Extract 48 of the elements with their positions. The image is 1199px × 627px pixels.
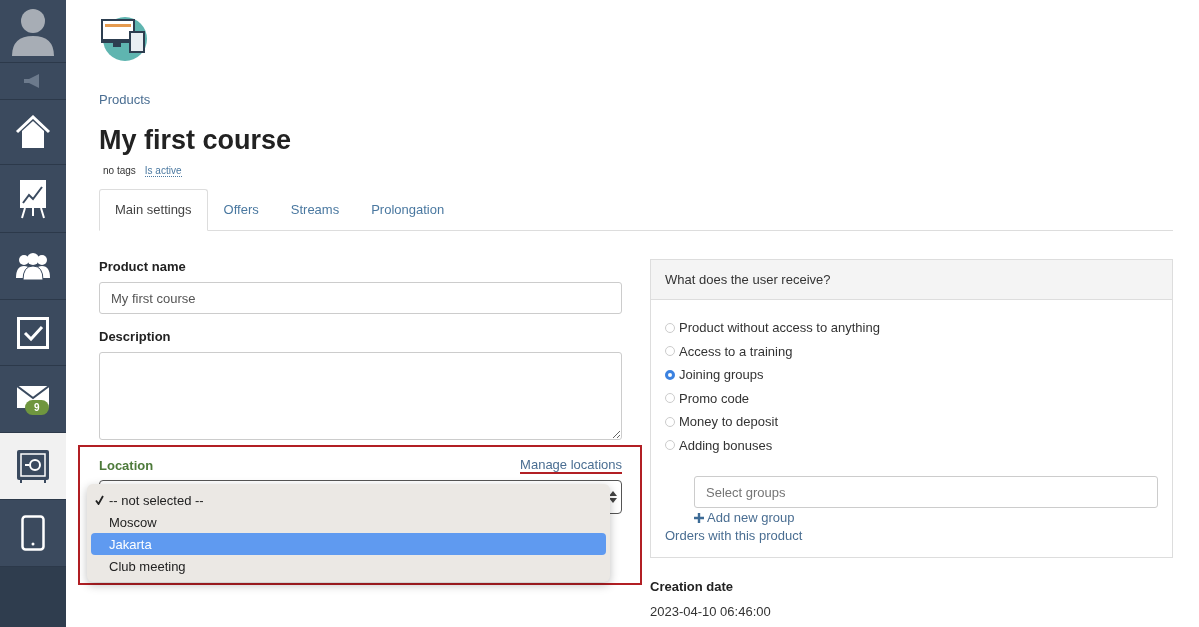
phone-icon xyxy=(21,515,45,551)
up-down-arrows-icon xyxy=(609,491,617,503)
home-icon xyxy=(15,115,51,149)
field-label: Location xyxy=(99,458,154,473)
devices-icon xyxy=(99,15,149,63)
radio-option[interactable]: Access to a training xyxy=(665,339,1158,363)
sidebar-item[interactable] xyxy=(0,100,66,165)
tab[interactable]: Prolongation xyxy=(355,189,461,231)
user-silhouette-icon xyxy=(10,6,56,56)
dropdown-option[interactable]: -- not selected -- xyxy=(91,489,606,511)
description-field[interactable] xyxy=(99,352,622,440)
chart-board-icon xyxy=(19,178,47,219)
field-label: Creation date xyxy=(650,579,735,594)
field-label: Description xyxy=(99,329,172,344)
tags-label: no tags xyxy=(103,165,136,177)
add-group-link[interactable]: Add new group xyxy=(694,510,1158,525)
sidebar-item[interactable] xyxy=(0,233,66,300)
status-link[interactable]: Is active xyxy=(144,165,182,177)
checkbox-icon xyxy=(17,316,49,349)
sidebar-item[interactable] xyxy=(0,300,66,366)
panel-header: What does the user receive? xyxy=(651,260,1172,300)
page-title: My first course xyxy=(99,125,293,156)
sidebar-item[interactable] xyxy=(0,165,66,233)
sidebar-item[interactable] xyxy=(0,0,66,63)
plus-icon xyxy=(694,512,704,523)
people-icon xyxy=(16,252,50,280)
safe-icon xyxy=(16,449,50,483)
tab[interactable]: Main settings xyxy=(99,189,208,231)
radio-option[interactable]: Adding bonuses xyxy=(665,433,1158,457)
product-name-field[interactable]: My first course xyxy=(99,282,622,314)
unread-count-badge: 9 xyxy=(25,400,49,415)
radio-option[interactable]: Product without access to anything xyxy=(665,316,1158,340)
dropdown-option[interactable]: Club meeting xyxy=(91,555,606,577)
breadcrumb-link[interactable]: Products xyxy=(99,92,151,107)
manage-locations-link[interactable]: Manage locations xyxy=(520,457,622,474)
radio-option[interactable]: Money to deposit xyxy=(665,410,1158,434)
sidebar-item[interactable] xyxy=(0,433,66,500)
field-label: Product name xyxy=(99,259,187,274)
dropdown-option[interactable]: Moscow xyxy=(91,511,606,533)
orders-link[interactable]: Orders with this product xyxy=(665,528,1158,543)
radio-button[interactable] xyxy=(665,369,675,380)
tab[interactable]: Streams xyxy=(274,189,356,231)
radio-option[interactable]: Promo code xyxy=(665,386,1158,410)
select-groups-field[interactable]: Select groups xyxy=(694,476,1158,508)
radio-option[interactable]: Joining groups xyxy=(665,363,1158,387)
creation-date-value: 2023-04-10 06:46:00 xyxy=(650,604,772,619)
tab[interactable]: Offers xyxy=(207,189,275,231)
sidebar-item[interactable] xyxy=(0,500,66,567)
